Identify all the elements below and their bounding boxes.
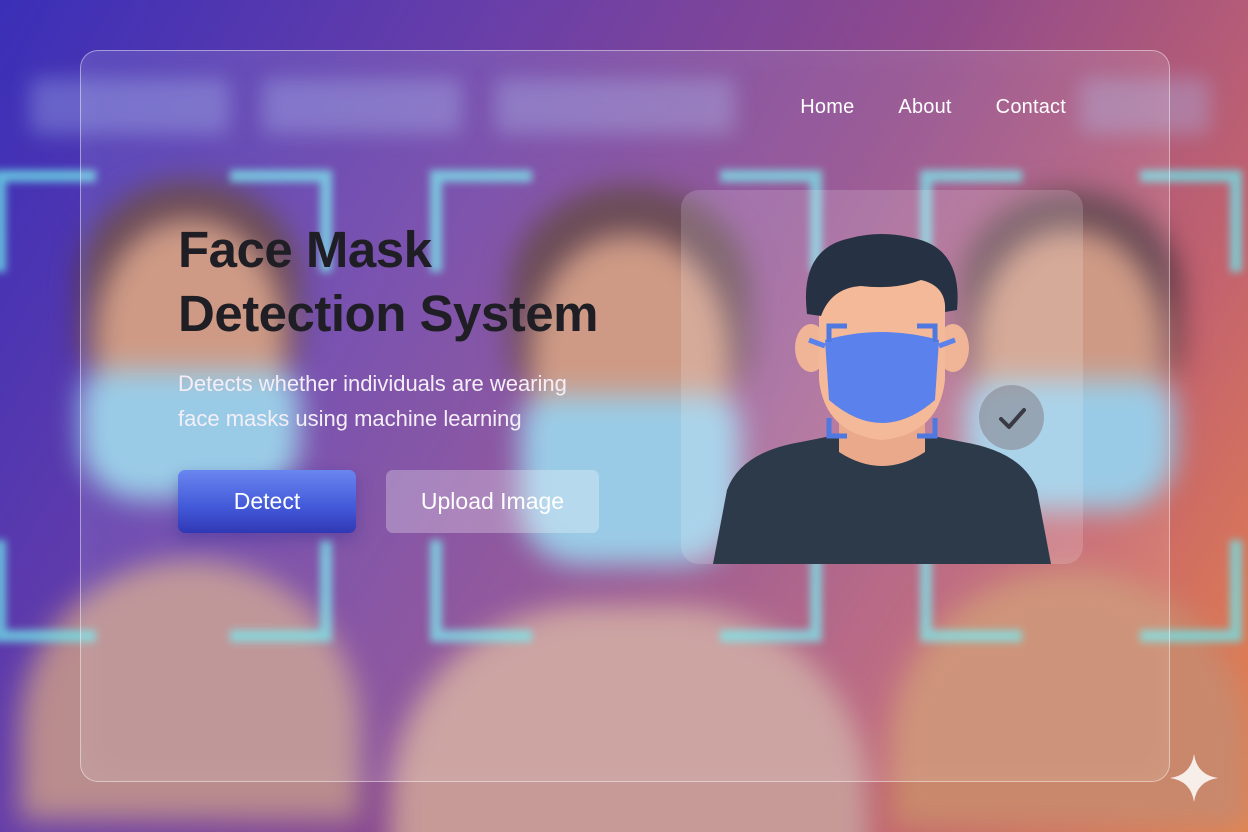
detect-button[interactable]: Detect xyxy=(178,470,356,533)
nav-contact-link[interactable]: Contact xyxy=(996,96,1066,119)
subtitle-line-1: Detects whether individuals are wearing xyxy=(178,371,567,396)
nav-home-link[interactable]: Home xyxy=(800,96,854,119)
upload-image-button[interactable]: Upload Image xyxy=(386,470,599,533)
page-subtitle: Detects whether individuals are wearing … xyxy=(178,366,638,436)
illustration-card xyxy=(681,190,1083,564)
checkmark-icon xyxy=(979,385,1044,450)
subtitle-line-2: face masks using machine learning xyxy=(178,406,522,431)
page-title: Face Mask Detection System xyxy=(178,218,698,346)
nav-about-link[interactable]: About xyxy=(898,96,951,119)
title-line-2: Detection System xyxy=(178,285,598,342)
title-line-1: Face Mask xyxy=(178,221,432,278)
masked-person-illustration xyxy=(713,234,1051,564)
top-nav: Home About Contact xyxy=(800,96,1066,119)
sparkle-icon xyxy=(1170,754,1218,802)
